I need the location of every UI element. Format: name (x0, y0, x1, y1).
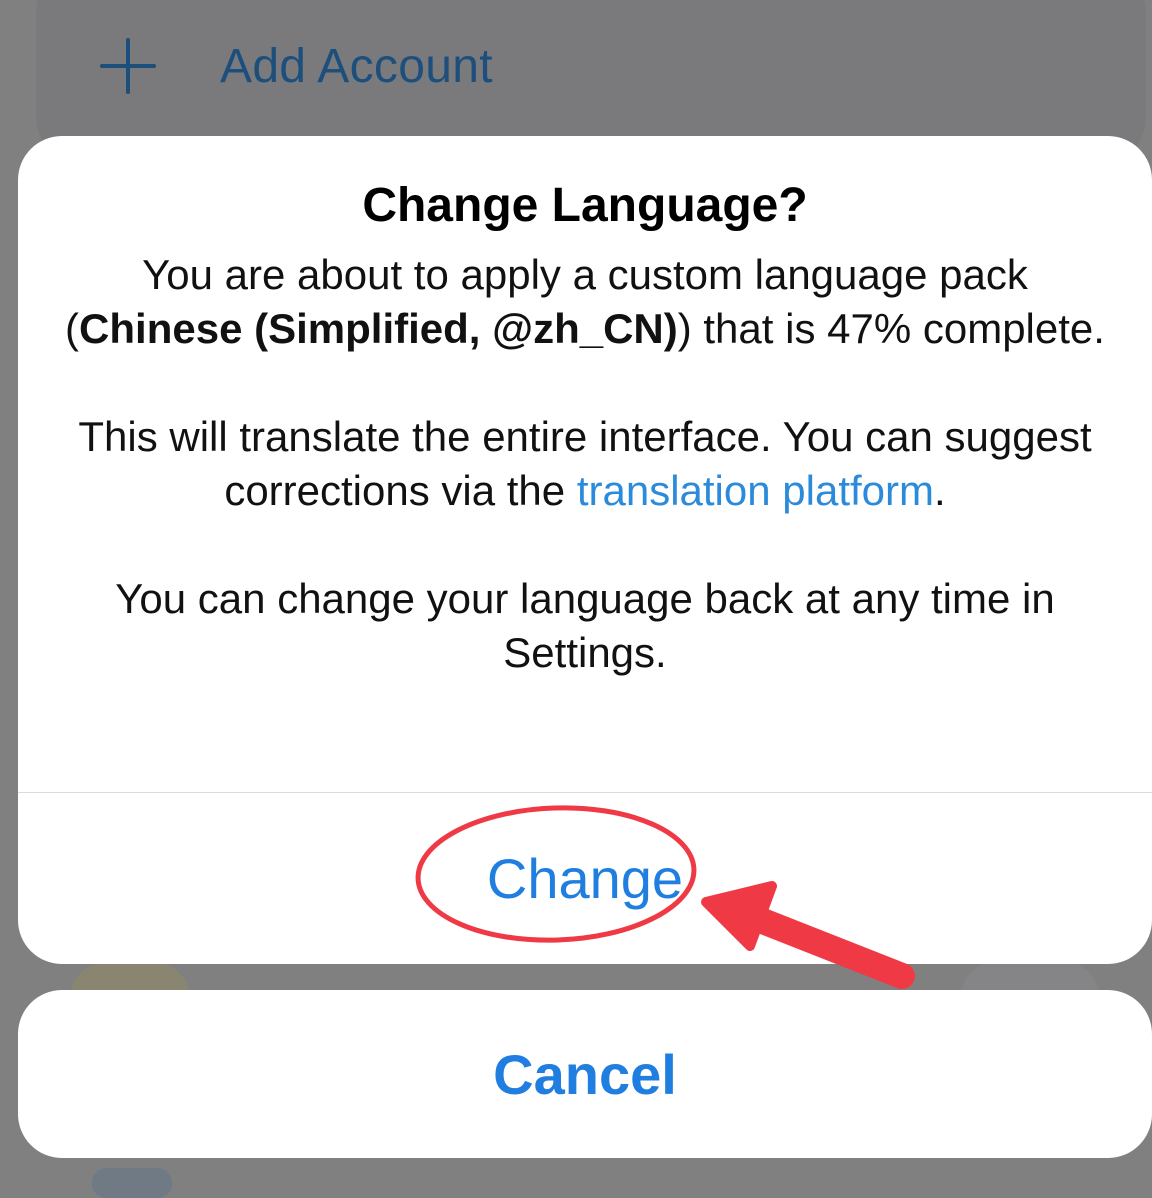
message-text: . (934, 467, 946, 514)
dialog-title: Change Language? (362, 179, 808, 232)
background-icon (92, 1168, 172, 1198)
add-account-row: Add Account (100, 30, 493, 102)
dialog-message-language-pack: You are about to apply a custom language… (55, 248, 1115, 356)
add-account-label: Add Account (220, 39, 493, 93)
dialog-message-settings: You can change your language back at any… (115, 575, 1055, 676)
change-language-sheet: Change Language? You are about to apply … (18, 136, 1152, 964)
cancel-button[interactable]: Cancel (18, 990, 1152, 1158)
translation-platform-link[interactable]: translation platform (577, 467, 934, 514)
sheet-header: Change Language? You are about to apply … (18, 136, 1152, 792)
dialog-message-translation: This will translate the entire interface… (55, 410, 1115, 518)
language-pack-name: Chinese (Simplified, @zh_CN) (79, 305, 678, 352)
change-button[interactable]: Change (18, 793, 1152, 964)
plus-icon (100, 38, 156, 94)
message-text: ) that is 47% complete. (677, 305, 1105, 352)
